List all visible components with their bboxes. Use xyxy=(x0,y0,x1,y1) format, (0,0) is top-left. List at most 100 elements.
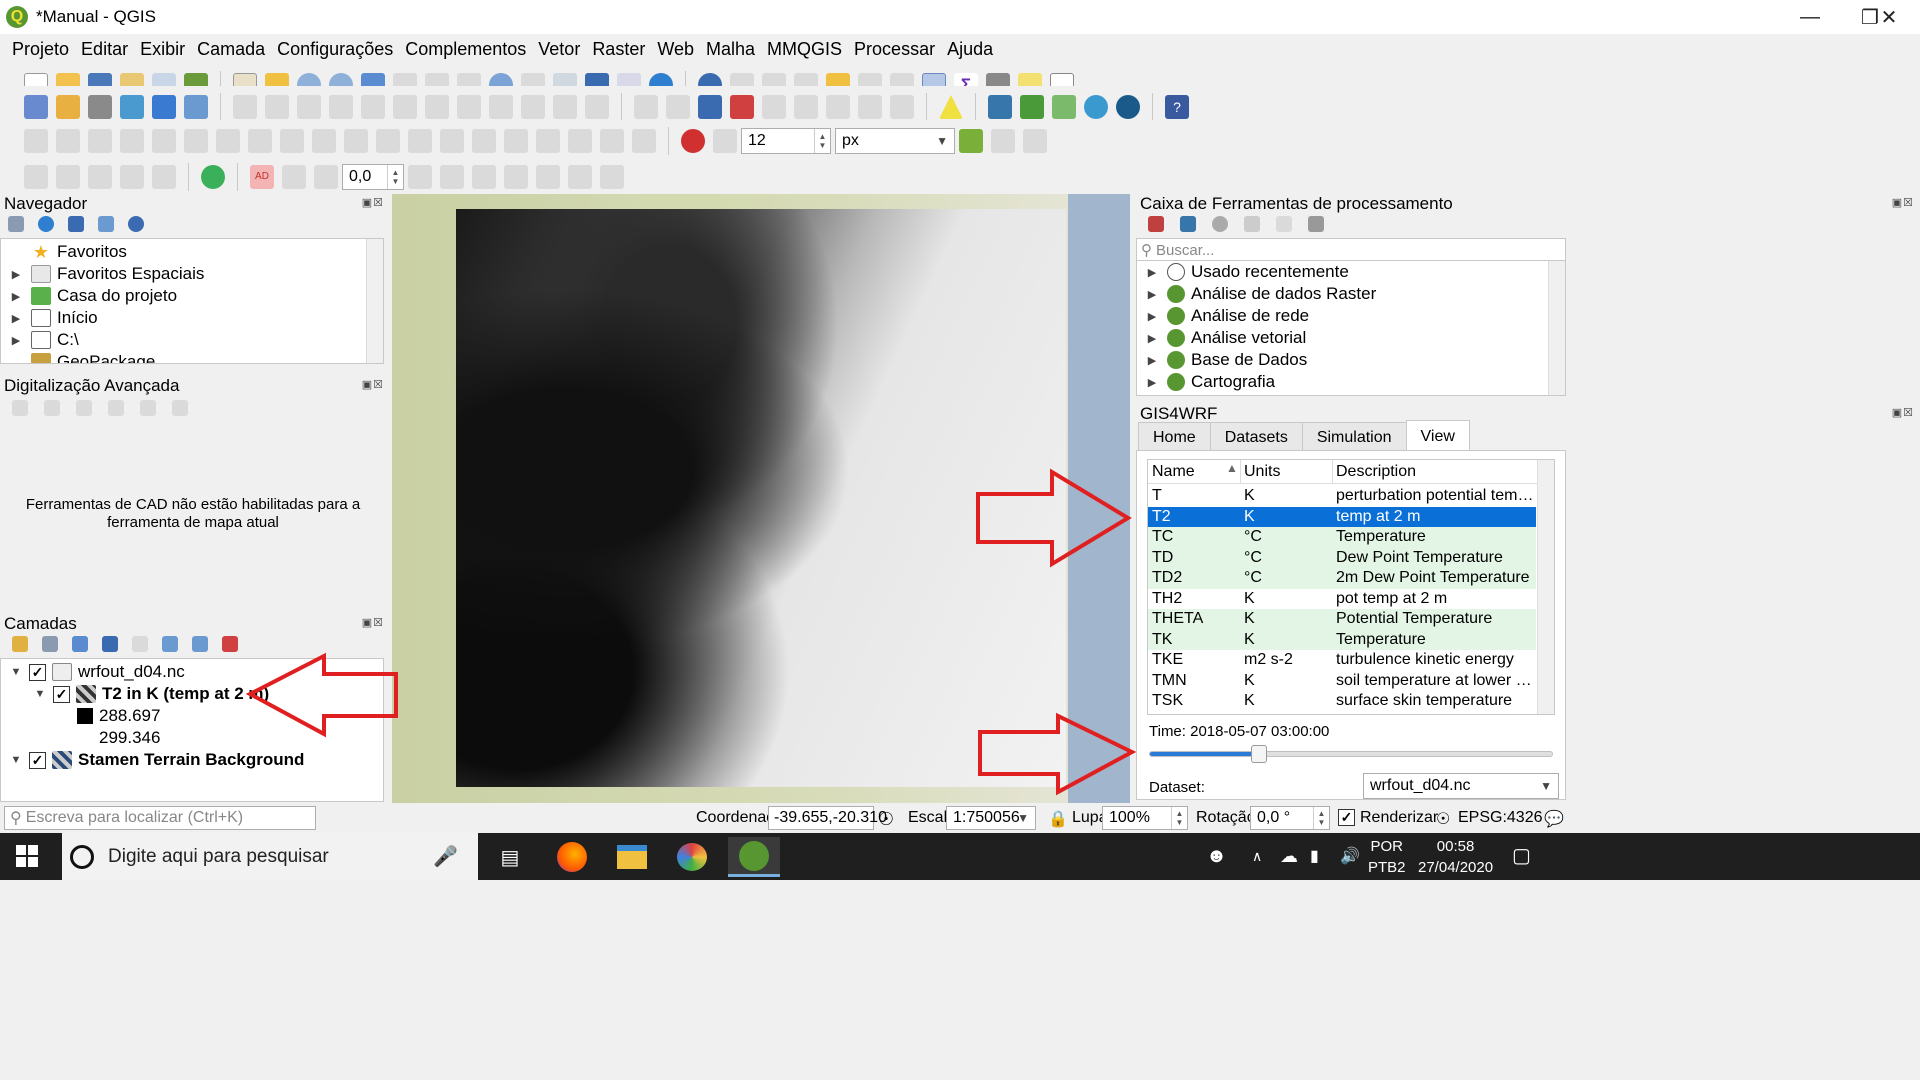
label-b-icon[interactable] xyxy=(282,165,306,189)
help-icon[interactable]: ? xyxy=(1165,95,1189,119)
menu-ajuda[interactable]: Ajuda xyxy=(947,39,993,60)
snap-unit-combo[interactable]: px ▼ xyxy=(835,128,955,154)
menu-processar[interactable]: Processar xyxy=(854,39,935,60)
select-field-icon[interactable] xyxy=(152,165,176,189)
table-row[interactable]: TK K Temperature xyxy=(1148,629,1536,650)
results-icon[interactable] xyxy=(1244,216,1260,232)
pin-labels-icon[interactable] xyxy=(666,95,690,119)
algorithm-group[interactable]: ▶ Cartografia xyxy=(1137,371,1275,393)
tab-view[interactable]: View xyxy=(1405,420,1470,452)
onedrive-icon[interactable]: ☁ xyxy=(1280,833,1298,880)
file-explorer-icon[interactable] xyxy=(606,837,658,877)
plugin-b-icon[interactable] xyxy=(1052,95,1076,119)
table-row[interactable]: TD °C Dew Point Temperature xyxy=(1148,547,1536,568)
label-j-icon[interactable] xyxy=(600,165,624,189)
shape-q-icon[interactable] xyxy=(568,129,592,153)
algorithm-group[interactable]: ▶ Base de Dados xyxy=(1137,349,1307,371)
expand-icon[interactable]: ▶ xyxy=(1145,288,1159,301)
menu-complementos[interactable]: Complementos xyxy=(405,39,526,60)
messages-icon[interactable]: 💬 xyxy=(1544,809,1564,829)
expand-icon[interactable]: ▶ xyxy=(1145,376,1159,389)
select-free-icon[interactable] xyxy=(88,165,112,189)
edit-features-icon[interactable] xyxy=(1276,216,1292,232)
cad-parallel-icon[interactable] xyxy=(76,400,92,416)
crs-globe-icon[interactable]: ☉ xyxy=(1436,809,1450,829)
expand-icon[interactable]: ▶ xyxy=(1145,332,1159,345)
menu-web[interactable]: Web xyxy=(657,39,694,60)
volume-icon[interactable]: 🔊 xyxy=(1340,833,1360,880)
move-label-icon[interactable] xyxy=(826,95,850,119)
tree-item[interactable]: ▶ Início xyxy=(1,307,98,329)
info-icon[interactable] xyxy=(128,216,144,232)
basemap-visibility-checkbox[interactable]: ✓ xyxy=(29,751,46,769)
collapse-icon[interactable]: ▼ xyxy=(33,688,47,700)
snap-tolerance-spinbox[interactable]: 12 ▲ ▼ xyxy=(741,128,831,154)
filter-expression-icon[interactable] xyxy=(132,636,148,652)
firefox-icon[interactable] xyxy=(546,837,598,877)
edit-icon[interactable] xyxy=(233,95,257,119)
panel-controls-icon[interactable]: ▣☒ xyxy=(362,616,384,629)
microphone-icon[interactable]: 🎤 xyxy=(433,844,458,869)
show-hide-labels-icon[interactable] xyxy=(794,95,818,119)
topology-icon[interactable] xyxy=(991,129,1015,153)
vertex-tool-icon[interactable] xyxy=(361,95,385,119)
rotate-label-icon[interactable] xyxy=(858,95,882,119)
task-view-icon[interactable]: ▤ xyxy=(484,837,536,877)
expand-icon[interactable]: ▶ xyxy=(9,334,23,347)
copy-icon[interactable] xyxy=(489,95,513,119)
shape-r-icon[interactable] xyxy=(600,129,624,153)
add-virtual-layer-icon[interactable] xyxy=(184,95,208,119)
table-row[interactable]: T Kperturbation potential tempe... xyxy=(1148,486,1536,507)
dataset-combo[interactable]: wrfout_d04.nc ▼ xyxy=(1363,773,1559,799)
menu-malha[interactable]: Malha xyxy=(706,39,755,60)
layer-row[interactable]: ▼ ✓ T2 in K (temp at 2 m) xyxy=(25,683,269,705)
save-edits-icon[interactable] xyxy=(297,95,321,119)
change-label-icon[interactable] xyxy=(890,95,914,119)
menu-projeto[interactable]: Projeto xyxy=(12,39,69,60)
col-units-header[interactable]: Units xyxy=(1244,463,1280,481)
expand-icon[interactable]: ▶ xyxy=(1145,266,1159,279)
expand-icon[interactable]: ▶ xyxy=(9,268,23,281)
menu-configuracoes[interactable]: Configurações xyxy=(277,39,393,60)
menu-mmqgis[interactable]: MMQGIS xyxy=(767,39,842,60)
label-tool-icon[interactable] xyxy=(634,95,658,119)
filter-icon[interactable] xyxy=(68,216,84,232)
algorithm-group[interactable]: ▶ Análise de dados Raster xyxy=(1137,283,1376,305)
table-row[interactable]: TC °C Temperature xyxy=(1148,527,1536,548)
render-checkbox[interactable]: ✓ xyxy=(1338,809,1355,826)
tree-item[interactable]: GeoPackage xyxy=(1,351,155,363)
windows-start-icon[interactable] xyxy=(16,845,38,867)
refresh-icon[interactable] xyxy=(38,216,54,232)
add-feature-icon[interactable] xyxy=(329,95,353,119)
time-slider[interactable] xyxy=(1149,745,1553,763)
tree-item[interactable]: ▶ C:\ xyxy=(1,329,79,351)
paint-icon[interactable] xyxy=(666,837,718,877)
spin-arrows-icon[interactable]: ▲ ▼ xyxy=(1313,807,1329,829)
shape-c-icon[interactable] xyxy=(120,129,144,153)
people-icon[interactable]: ☻ xyxy=(1206,833,1227,880)
cad-construction-icon[interactable] xyxy=(44,400,60,416)
spin-arrows-icon[interactable]: ▲ ▼ xyxy=(387,165,403,189)
panel-controls-icon[interactable]: ▣☒ xyxy=(1892,196,1914,209)
expand-icon[interactable]: ▶ xyxy=(9,312,23,325)
col-description-header[interactable]: Description xyxy=(1336,463,1416,481)
cad-floater-icon[interactable] xyxy=(172,400,188,416)
layer-visibility-checkbox[interactable]: ✓ xyxy=(53,685,70,703)
collapse-icon[interactable]: ▼ xyxy=(9,666,23,678)
add-raster-layer-icon[interactable] xyxy=(120,95,144,119)
shape-l-icon[interactable] xyxy=(408,129,432,153)
show-hidden-icons-icon[interactable]: ∧ xyxy=(1252,833,1262,880)
panel-controls-icon[interactable]: ▣☒ xyxy=(362,196,384,209)
scale-combo[interactable]: 1:750056 ▼ xyxy=(946,806,1036,830)
collapse-icon[interactable]: ▼ xyxy=(9,754,23,766)
scripts-icon[interactable] xyxy=(1180,216,1196,232)
select-radius-icon[interactable] xyxy=(120,165,144,189)
paste-icon[interactable] xyxy=(521,95,545,119)
menu-vetor[interactable]: Vetor xyxy=(538,39,580,60)
tab-datasets[interactable]: Datasets xyxy=(1209,422,1303,452)
magnifier-spinbox[interactable]: 100% ▲ ▼ xyxy=(1102,806,1188,830)
cad-enable-icon[interactable] xyxy=(12,400,28,416)
table-row[interactable]: THETA K Potential Temperature xyxy=(1148,609,1536,630)
rotation-spinbox[interactable]: 0,0 ▲ ▼ xyxy=(342,164,404,190)
table-row[interactable]: TSK Ksurface skin temperature xyxy=(1148,691,1536,712)
